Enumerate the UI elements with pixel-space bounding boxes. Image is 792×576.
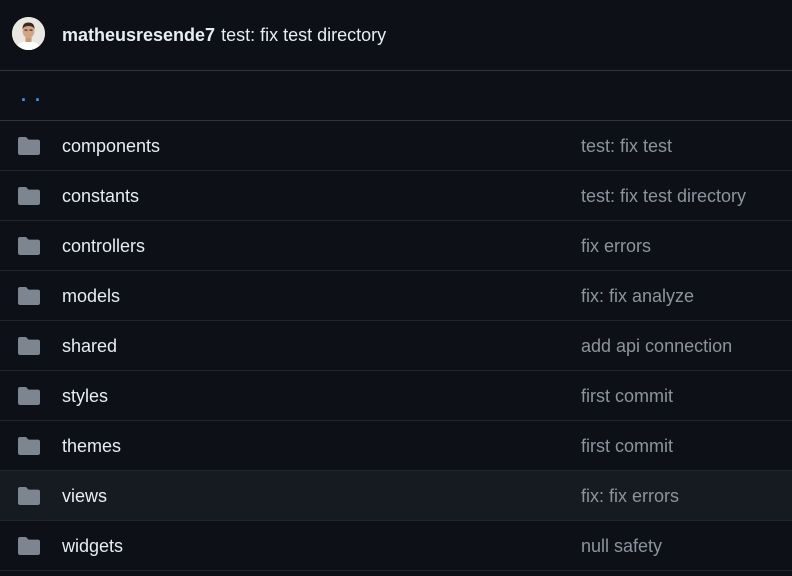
- file-browser: matheusresende7 test: fix test directory …: [0, 0, 792, 576]
- file-row[interactable]: themes first commit: [0, 421, 792, 471]
- commit-message-link[interactable]: test: fix test directory: [221, 25, 386, 45]
- file-row[interactable]: shared add api connection: [0, 321, 792, 371]
- folder-icon: [18, 137, 40, 155]
- parent-directory-row[interactable]: . .: [0, 71, 792, 121]
- file-row[interactable]: controllers fix errors: [0, 221, 792, 271]
- folder-icon: [18, 437, 40, 455]
- commit-message-link[interactable]: null safety: [581, 536, 662, 556]
- file-name-link[interactable]: widgets: [62, 536, 123, 556]
- commit-message-link[interactable]: first commit: [581, 386, 673, 406]
- parent-directory-link[interactable]: . .: [21, 85, 42, 106]
- user-avatar[interactable]: [12, 17, 45, 50]
- commit-message-link[interactable]: add api connection: [581, 336, 732, 356]
- file-name-link[interactable]: shared: [62, 336, 117, 356]
- file-row[interactable]: widgets null safety: [0, 521, 792, 571]
- folder-icon: [18, 337, 40, 355]
- file-name-link[interactable]: themes: [62, 436, 121, 456]
- commit-message-link[interactable]: first commit: [581, 436, 673, 456]
- file-row[interactable]: constants test: fix test directory: [0, 171, 792, 221]
- file-name-link[interactable]: views: [62, 486, 107, 506]
- folder-icon: [18, 287, 40, 305]
- file-row[interactable]: views fix: fix errors: [0, 471, 792, 521]
- commit-author-link[interactable]: matheusresende7: [62, 25, 215, 45]
- file-name-link[interactable]: controllers: [62, 236, 145, 256]
- folder-icon: [18, 237, 40, 255]
- folder-icon: [18, 387, 40, 405]
- file-name-link[interactable]: constants: [62, 186, 139, 206]
- file-row[interactable]: styles first commit: [0, 371, 792, 421]
- commit-message-link[interactable]: fix errors: [581, 236, 651, 256]
- commit-message-link[interactable]: test: fix test directory: [581, 186, 746, 206]
- commit-message-link[interactable]: test: fix test: [581, 136, 672, 156]
- folder-icon: [18, 187, 40, 205]
- file-row[interactable]: components test: fix test: [0, 121, 792, 171]
- file-name-link[interactable]: components: [62, 136, 160, 156]
- commit-message-link[interactable]: fix: fix analyze: [581, 286, 694, 306]
- folder-icon: [18, 537, 40, 555]
- file-name-link[interactable]: models: [62, 286, 120, 306]
- folder-icon: [18, 487, 40, 505]
- file-list: components test: fix test constants test: f…: [0, 121, 792, 571]
- latest-commit-bar: matheusresende7 test: fix test directory: [0, 0, 792, 71]
- avatar-image: [12, 17, 45, 50]
- file-name-link[interactable]: styles: [62, 386, 108, 406]
- latest-commit-text: matheusresende7 test: fix test directory: [62, 24, 386, 46]
- file-row[interactable]: models fix: fix analyze: [0, 271, 792, 321]
- commit-message-link[interactable]: fix: fix errors: [581, 486, 679, 506]
